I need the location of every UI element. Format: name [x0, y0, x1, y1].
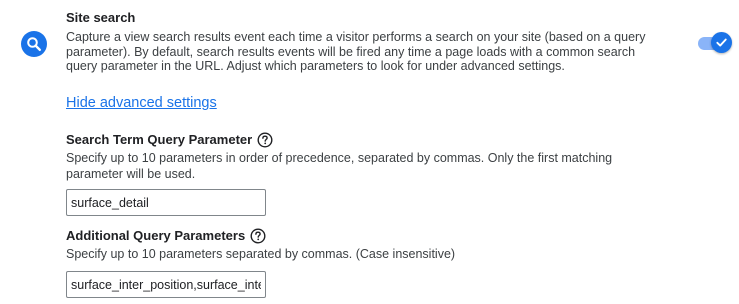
checkmark-icon — [716, 38, 727, 47]
help-icon[interactable] — [257, 132, 273, 148]
section-description: Capture a view search results event each… — [66, 30, 646, 73]
additional-params-input[interactable] — [66, 271, 266, 298]
help-icon[interactable] — [250, 228, 266, 244]
search-term-param-help: Specify up to 10 parameters in order of … — [66, 151, 613, 181]
search-term-param-input[interactable] — [66, 189, 266, 216]
search-term-param-label-text: Search Term Query Parameter — [66, 132, 253, 147]
site-search-settings: Site search Capture a view search result… — [0, 0, 739, 304]
site-search-toggle[interactable] — [696, 32, 734, 54]
search-term-param-label: Search Term Query Parameter — [66, 131, 273, 149]
additional-params-label-text: Additional Query Parameters — [66, 228, 246, 243]
toggle-thumb — [711, 32, 732, 53]
search-icon — [21, 31, 47, 57]
section-title: Site search — [66, 10, 136, 25]
hide-advanced-settings-link[interactable]: Hide advanced settings — [66, 94, 217, 112]
additional-params-help: Specify up to 10 parameters separated by… — [66, 247, 456, 261]
additional-params-label: Additional Query Parameters — [66, 227, 266, 245]
